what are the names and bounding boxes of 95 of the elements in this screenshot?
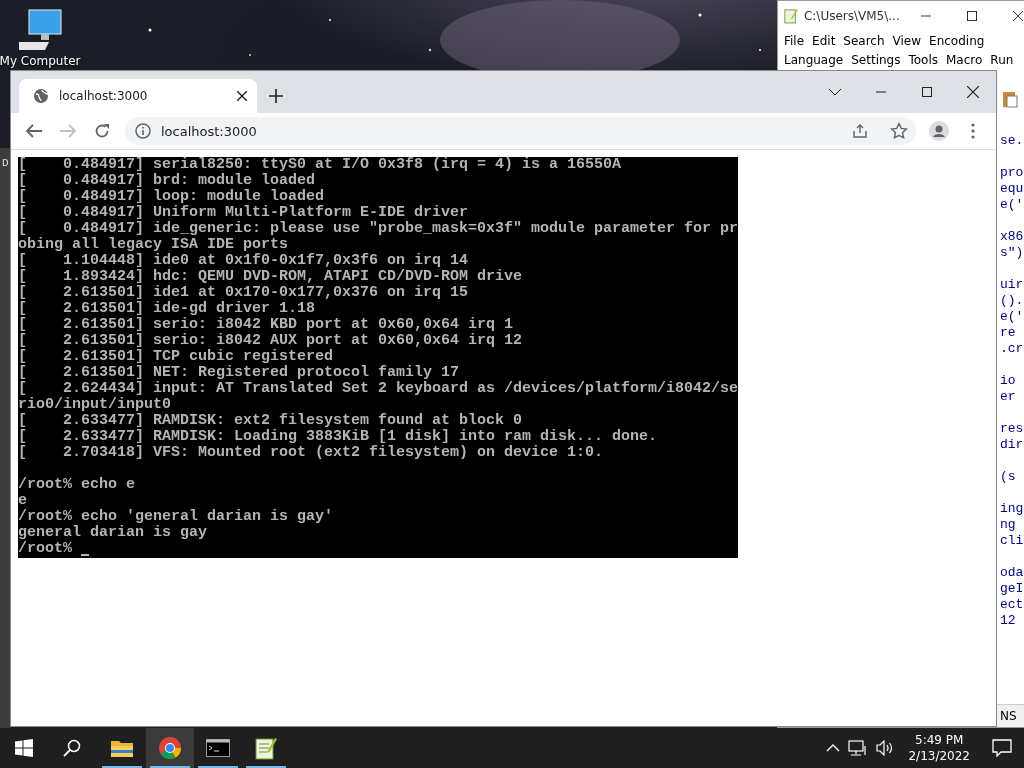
code-line: uir: [1000, 277, 1024, 293]
code-line: ().: [1000, 293, 1024, 309]
close-icon[interactable]: [967, 86, 979, 98]
menu-item[interactable]: View: [888, 33, 926, 48]
maximize-icon[interactable]: [922, 87, 932, 97]
browser-icon: [158, 736, 182, 760]
terminal-line: [ 2.633477] RAMDISK: ext2 filesystem found at block 0: [18, 413, 524, 429]
code-line: oda: [1000, 565, 1024, 581]
terminal-line: [ 1.104448] ide0 at 0x1f0-0x1f7,0x3f6 on irq 14: [18, 253, 470, 269]
network-icon[interactable]: [848, 740, 869, 756]
code-line: (s: [1000, 469, 1017, 485]
browser-tab[interactable]: localhost:3000: [19, 79, 257, 113]
terminal-line: /root% echo e: [18, 477, 137, 493]
terminal-line: [ 0.484917] Uniform Multi-Platform E-IDE driver: [18, 205, 470, 221]
terminal-line: rio0/input/input0: [18, 397, 173, 413]
terminal-line: [ 2.633477] RAMDISK: Loading 3883KiB [1 disk] into ram disk... done.: [18, 429, 659, 445]
menu-item[interactable]: Macro: [942, 52, 987, 67]
code-line: dir: [1000, 437, 1024, 453]
share-icon[interactable]: [852, 123, 868, 139]
terminal-line: e: [18, 493, 28, 509]
terminal-line: obing all legacy ISA IDE ports: [18, 237, 290, 253]
notepad-icon: [255, 736, 277, 760]
window-title: C:\Users\VM5\...: [803, 9, 900, 23]
terminal-line: [ 2.613501] TCP cubic registered: [18, 349, 335, 365]
code-line: s"): [1000, 245, 1024, 261]
code-line: ect: [1000, 597, 1024, 613]
terminal-line: [ 0.484917] serial8250: ttyS0 at I/O 0x3f8 (irq = 4) is a 16550A: [18, 157, 623, 173]
address-bar[interactable]: localhost:3000: [125, 117, 916, 145]
menu-item[interactable]: Edit: [808, 33, 840, 48]
code-line: ing: [1000, 501, 1024, 517]
menu-item[interactable]: Tools: [904, 52, 942, 67]
close-icon[interactable]: [1012, 11, 1023, 21]
terminal-line: /root% echo 'general darian is gay': [18, 509, 335, 525]
menu-item[interactable]: File: [780, 33, 809, 48]
menu-item[interactable]: Language: [780, 52, 848, 67]
terminal-line: [ 2.613501] NET: Registered protocol family 17: [18, 365, 461, 381]
window-text: D: [2, 157, 9, 169]
notepad-icon: [784, 7, 798, 25]
terminal-line: [ 2.613501] ide1 at 0x170-0x177,0x376 on irq 15: [18, 285, 470, 301]
code-line: equ: [1000, 181, 1024, 197]
terminal-line: [ 1.893424] hdc: QEMU DVD-ROM, ATAPI CD/DVD-ROM drive: [18, 269, 524, 285]
menu-item[interactable]: Run: [986, 52, 1018, 67]
terminal-line: [ 2.624434] input: AT Translated Set 2 keyboard as /devices/platform/i8042/se: [18, 381, 738, 397]
code-line: pro: [1000, 165, 1024, 181]
terminal-line: [ 2.613501] ide-gd driver 1.18: [18, 301, 317, 317]
code-line: se.: [1000, 133, 1024, 149]
terminal-screen[interactable]: [18, 157, 738, 558]
console-icon: [206, 739, 230, 757]
code-line: er: [1000, 389, 1017, 405]
chevron-up-icon[interactable]: [826, 744, 841, 752]
info-icon[interactable]: [135, 123, 151, 139]
taskbar-app[interactable]: [146, 728, 194, 768]
code-line: res: [1000, 421, 1024, 437]
clock[interactable]: 5:49 PM 2/13/2022: [902, 732, 976, 764]
code-line: .cr: [1000, 341, 1024, 357]
folder-icon: [110, 738, 134, 758]
globe-icon: [33, 88, 49, 104]
maximize-icon[interactable]: [966, 11, 977, 21]
search-icon[interactable]: [63, 739, 81, 757]
code-line: e(': [1000, 197, 1024, 213]
profile-icon[interactable]: [929, 121, 949, 141]
code-line: io: [1000, 373, 1017, 389]
terminal-line: [ 0.484917] loop: module loaded: [18, 189, 326, 205]
terminal-prompt: /root%: [18, 541, 72, 557]
code-line: cli: [1000, 533, 1024, 549]
close-icon[interactable]: [237, 91, 247, 101]
volume-icon[interactable]: [876, 740, 895, 756]
reload-icon[interactable]: [94, 123, 110, 139]
menu-item[interactable]: Search: [839, 33, 889, 48]
star-icon[interactable]: [890, 122, 908, 140]
menu-icon[interactable]: [971, 123, 975, 139]
cursor-icon: [81, 554, 89, 556]
code-line: 12: [1000, 613, 1017, 629]
code-line: re: [1000, 325, 1017, 341]
code-line: ng: [1000, 517, 1017, 533]
terminal-line: [ 2.703418] VFS: Mounted root (ext2 filesystem) on device 1:0.: [18, 445, 605, 461]
code-line: x86: [1000, 229, 1024, 245]
clipboard-icon[interactable]: [1002, 90, 1018, 108]
terminal-line: [ 0.484917] ide_generic: please use "probe_mask=0x3f" module parameter for pr: [18, 221, 738, 237]
code-line: geI: [1000, 581, 1024, 597]
notification-icon[interactable]: [992, 739, 1012, 757]
back-icon[interactable]: [26, 124, 42, 138]
menu-item[interactable]: Settings: [847, 52, 905, 67]
terminal-line: general darian is gay: [18, 525, 209, 541]
chevron-down-icon[interactable]: [829, 88, 841, 96]
terminal-line: [ 2.613501] serio: i8042 KBD port at 0x60,0x64 irq 1: [18, 317, 515, 333]
code-line: e(': [1000, 309, 1024, 325]
status-text: NS: [1000, 709, 1017, 723]
windows-icon[interactable]: [15, 739, 33, 757]
computer-icon[interactable]: [17, 8, 63, 52]
plus-icon[interactable]: [269, 89, 283, 103]
desktop-icon-label[interactable]: My Computer: [0, 54, 81, 68]
terminal-line: [ 0.484917] brd: module loaded: [18, 173, 317, 189]
terminal-line: [ 2.613501] serio: i8042 AUX port at 0x60,0x64 irq 12: [18, 333, 524, 349]
menu-item[interactable]: Encoding: [925, 33, 989, 48]
